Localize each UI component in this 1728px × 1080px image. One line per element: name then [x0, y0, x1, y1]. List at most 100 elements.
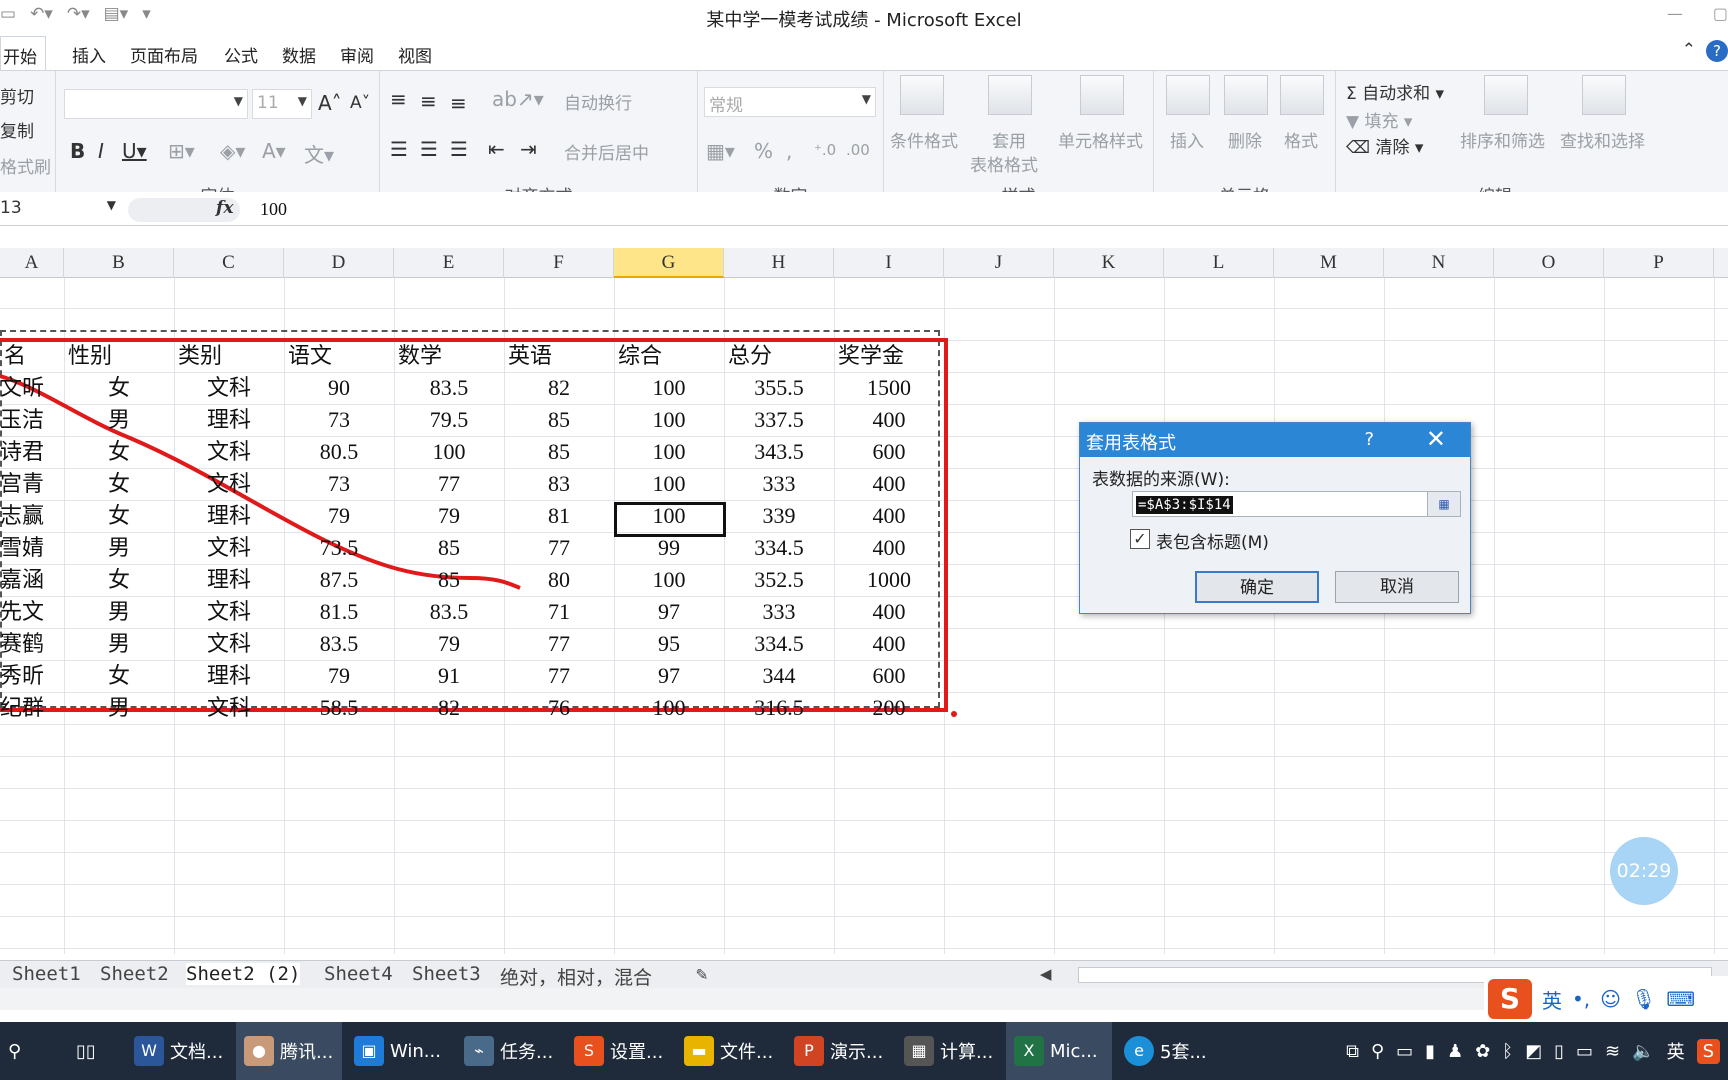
tab-page-layout[interactable]: 页面布局 [130, 36, 198, 70]
italic-icon[interactable]: I [98, 139, 104, 163]
tray-qq-icon[interactable]: ♟ [1447, 1041, 1463, 1062]
cell-styles-icon[interactable] [1080, 75, 1124, 115]
taskbar-settings[interactable]: S 设置... [566, 1022, 672, 1080]
decrease-decimal-icon[interactable]: .00 [846, 141, 870, 159]
sort-filter-icon[interactable] [1484, 75, 1528, 115]
wifi-icon[interactable]: ≋ [1605, 1041, 1620, 1062]
column-header-d[interactable]: D [284, 248, 394, 278]
bold-icon[interactable]: B [70, 139, 85, 163]
table-cell[interactable]: 男 [64, 532, 174, 564]
table-cell[interactable]: 83.5 [284, 628, 394, 660]
taskbar-win[interactable]: ▣ Win... [346, 1022, 452, 1080]
volume-icon[interactable]: 🔈 [1632, 1041, 1654, 1062]
conditional-format-icon[interactable] [900, 75, 944, 115]
table-cell[interactable]: 女 [64, 468, 174, 500]
table-cell[interactable]: 文科 [174, 532, 284, 564]
worksheet-grid[interactable]: 名性别 类别 语文 数学 英语 综合 总分 奖学金 文昕女文科 90 83.5 82 100 355.5 1… [0, 278, 1728, 954]
table-cell[interactable]: 91 [394, 660, 504, 692]
clear-button[interactable]: ⌫ 清除 ▾ [1346, 133, 1423, 158]
table-cell[interactable]: 理科 [174, 404, 284, 436]
column-header-i[interactable]: I [834, 248, 944, 278]
table-cell[interactable]: 雪婧 [0, 532, 62, 564]
bottom-align-icon[interactable]: ≡ [450, 91, 467, 115]
table-cell[interactable]: 355.5 [724, 372, 834, 404]
punctuation-icon[interactable]: •, [1572, 987, 1590, 1011]
copy-button[interactable]: 复制 [0, 117, 34, 142]
table-cell[interactable]: 97 [614, 660, 724, 692]
range-picker-icon[interactable]: ▦ [1427, 491, 1461, 517]
format-cells-button[interactable]: 格式 [1284, 127, 1318, 152]
tab-insert[interactable]: 插入 [72, 36, 106, 70]
table-cell[interactable]: 600 [834, 660, 944, 692]
table-cell[interactable]: 97 [614, 596, 724, 628]
ime-mode[interactable]: 英 [1542, 985, 1562, 1014]
table-cell[interactable]: 理科 [174, 564, 284, 596]
tab-review[interactable]: 审阅 [340, 36, 374, 70]
table-cell[interactable]: 79 [284, 500, 394, 532]
table-cell[interactable]: 73 [284, 468, 394, 500]
sheet-tab-sheet3[interactable]: Sheet3 [412, 963, 481, 985]
tray-display-icon[interactable]: ▭ [1396, 1041, 1413, 1062]
phonetic-icon[interactable]: 文▾ [304, 139, 334, 168]
format-as-table-icon[interactable] [988, 75, 1032, 115]
wrap-text-button[interactable]: 自动换行 [564, 89, 632, 114]
table-cell[interactable]: 80 [504, 564, 614, 596]
table-cell[interactable]: 352.5 [724, 564, 834, 596]
recording-timer[interactable]: 02:29 [1610, 837, 1678, 905]
column-header-g[interactable]: G [614, 248, 724, 278]
font-name-combo[interactable]: ▼ [64, 89, 248, 119]
column-header-b[interactable]: B [64, 248, 174, 278]
table-cell[interactable]: 333 [724, 468, 834, 500]
table-cell[interactable]: 85 [504, 404, 614, 436]
column-header-f[interactable]: F [504, 248, 614, 278]
table-cell[interactable]: 理科 [174, 660, 284, 692]
fill-color-icon[interactable]: ◈▾ [220, 139, 245, 163]
table-cell[interactable]: 诗君 [0, 436, 62, 468]
table-cell[interactable]: 男 [64, 692, 174, 724]
taskbar-calculator[interactable]: ▦ 计算... [896, 1022, 1002, 1080]
table-cell[interactable]: 81 [504, 500, 614, 532]
table-cell[interactable]: 宫青 [0, 468, 62, 500]
table-cell[interactable]: 79.5 [394, 404, 504, 436]
fill-button[interactable]: ▼ 填充 ▾ [1346, 107, 1412, 132]
table-cell[interactable]: 100 [614, 404, 724, 436]
column-header-j[interactable]: J [944, 248, 1054, 278]
number-format-combo[interactable]: 常规 ▼ [704, 87, 876, 117]
table-cell[interactable]: 400 [834, 596, 944, 628]
ok-button[interactable]: 确定 [1195, 571, 1319, 603]
table-header-cell[interactable]: 类别 [178, 340, 222, 372]
table-cell[interactable]: 83 [504, 468, 614, 500]
increase-indent-icon[interactable]: ⇥ [520, 137, 537, 161]
delete-cells-icon[interactable] [1224, 75, 1268, 115]
format-painter-button[interactable]: 格式刷 [0, 153, 51, 178]
align-left-icon[interactable]: ☰ [390, 137, 408, 161]
search-icon[interactable]: ⚲ [0, 1022, 29, 1080]
cell-styles-button[interactable]: 单元格样式 [1058, 127, 1143, 152]
table-cell[interactable]: 58.5 [284, 692, 394, 724]
table-cell[interactable]: 女 [64, 564, 174, 596]
taskbar-task-manager[interactable]: ⌁ 任务... [456, 1022, 562, 1080]
column-header-a[interactable]: A [0, 248, 64, 278]
column-header-o[interactable]: O [1494, 248, 1604, 278]
sheet-tab-sheet2-2[interactable]: Sheet2 (2) [186, 963, 301, 985]
column-header-n[interactable]: N [1384, 248, 1494, 278]
taskbar-edge[interactable]: e 5套... [1116, 1022, 1226, 1080]
table-cell[interactable]: 志赢 [0, 500, 62, 532]
taskbar-files[interactable]: ▬ 文件... [676, 1022, 782, 1080]
insert-function-icon[interactable]: fx [216, 198, 233, 218]
table-cell[interactable]: 男 [64, 404, 174, 436]
comma-style-icon[interactable]: , [786, 139, 792, 163]
table-cell[interactable]: 79 [394, 500, 504, 532]
tray-search-icon[interactable]: ⚲ [1371, 1041, 1384, 1062]
nvidia-icon[interactable]: ◩ [1525, 1041, 1542, 1062]
table-cell[interactable]: 男 [64, 628, 174, 660]
name-box-dropdown-icon[interactable]: ▼ [107, 198, 116, 212]
table-cell[interactable]: 76 [504, 692, 614, 724]
decrease-indent-icon[interactable]: ⇤ [488, 137, 505, 161]
tab-view[interactable]: 视图 [398, 36, 432, 70]
table-cell[interactable]: 85 [394, 564, 504, 596]
table-header-cell[interactable]: 数学 [398, 340, 442, 372]
autosum-button[interactable]: Σ 自动求和 ▾ [1346, 79, 1444, 104]
table-cell[interactable]: 400 [834, 532, 944, 564]
table-header-cell[interactable]: 奖学金 [838, 340, 904, 372]
